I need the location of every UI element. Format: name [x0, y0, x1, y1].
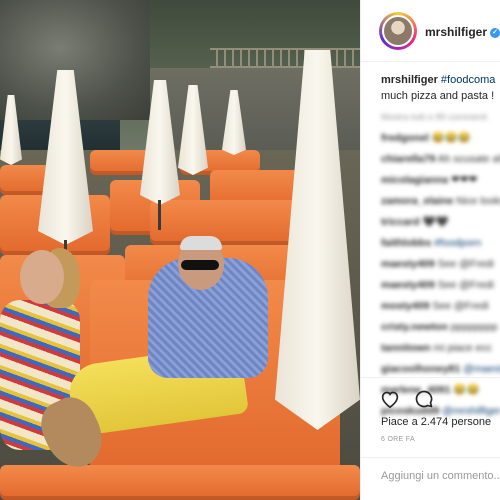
lounger — [90, 150, 150, 175]
comment-text: @maesty — [463, 363, 500, 375]
header-username[interactable]: mrshilfiger — [425, 25, 487, 39]
comment-text: See @Fredi — [437, 258, 494, 270]
comment-username[interactable]: chiarella79 — [381, 153, 435, 165]
comment-username[interactable]: giacoolhoney81 — [381, 363, 460, 375]
comment-row: faithlobbs #foodporn — [381, 236, 500, 250]
caption-username[interactable]: mrshilfiger — [381, 74, 438, 86]
comment-text: ❤❤❤ — [451, 174, 478, 186]
post-caption: mrshilfiger #foodcoma much pizza and pas… — [381, 72, 500, 104]
comment-username[interactable]: fredgonel — [381, 132, 429, 144]
comment-row: fredgonel 😂😂😂 — [381, 131, 500, 145]
railing — [210, 48, 360, 68]
comment-text: See @Fredi — [437, 279, 494, 291]
comment-row: triccard 🖤🖤 — [381, 215, 500, 229]
caption-text: much pizza and pasta ! — [381, 90, 495, 102]
post-header: mrshilfiger ✓ — [361, 0, 500, 62]
comment-username[interactable]: mosty409 — [381, 300, 429, 312]
comment-row: giacoolhoney81 @maesty — [381, 362, 500, 376]
comment-composer — [361, 457, 500, 500]
comment-row: Mostra tutti e 89 commenti — [381, 110, 500, 124]
comment-text: See @Fredi — [432, 300, 489, 312]
comment-text: mi piace ecc — [433, 342, 492, 354]
comment-text: 😂😂😂 — [431, 132, 471, 144]
comment-username[interactable]: cristy.newton — [381, 321, 448, 333]
comment-text: Nice looks pasta — [456, 195, 500, 207]
lounger — [0, 465, 360, 500]
comment-username[interactable]: zamora_elaine — [381, 195, 453, 207]
comment-username[interactable]: tannitown — [381, 342, 431, 354]
man-hair — [180, 236, 222, 250]
post-timestamp: 6 ORE FA — [381, 436, 415, 443]
comment-row: chiarella79 Ah scusate ahah — [381, 152, 500, 166]
comment-username[interactable]: faithlobbs — [381, 237, 431, 249]
heart-icon[interactable] — [379, 388, 401, 410]
comment-username[interactable]: micolagianna — [381, 174, 448, 186]
umbrella-pole — [158, 200, 161, 230]
comment-username[interactable]: maesty409 — [381, 279, 435, 291]
lounger — [150, 200, 310, 245]
comment-username[interactable]: triccard — [381, 216, 420, 228]
comment-input[interactable] — [381, 470, 500, 482]
comment-row: cristy.newton pppppppp — [381, 320, 500, 334]
view-all-comments-link[interactable]: Mostra tutti e 89 commenti — [381, 112, 487, 122]
comment-row: zamora_elaine Nice looks pasta — [381, 194, 500, 208]
comment-row: tannitown mi piace ecc — [381, 341, 500, 355]
comment-text: Ah scusate ahah — [437, 153, 500, 165]
comment-row: maesty409 See @Fredi — [381, 278, 500, 292]
speech-bubble-icon[interactable] — [413, 388, 435, 410]
verified-badge-icon: ✓ — [490, 27, 500, 38]
comment-text: 🖤🖤 — [422, 216, 449, 228]
comment-row: mosty409 See @Fredi — [381, 299, 500, 313]
comment-row: micolagianna ❤❤❤ — [381, 173, 500, 187]
post-sidebar: mrshilfiger ✓ mrshilfiger #foodcoma much … — [360, 0, 500, 500]
caption-hashtag[interactable]: #foodcoma — [441, 74, 495, 86]
comment-row: maesty409 See @Fredi — [381, 257, 500, 271]
comment-username[interactable]: maesty409 — [381, 258, 435, 270]
comment-text: #foodporn — [434, 237, 482, 249]
avatar[interactable] — [382, 15, 414, 47]
comment-text: pppppppp — [450, 321, 498, 333]
sunglasses — [181, 260, 219, 270]
woman-head — [20, 250, 64, 304]
post-photo[interactable] — [0, 0, 360, 500]
like-count[interactable]: Piace a 2.474 persone — [381, 416, 491, 428]
action-bar — [361, 377, 500, 417]
